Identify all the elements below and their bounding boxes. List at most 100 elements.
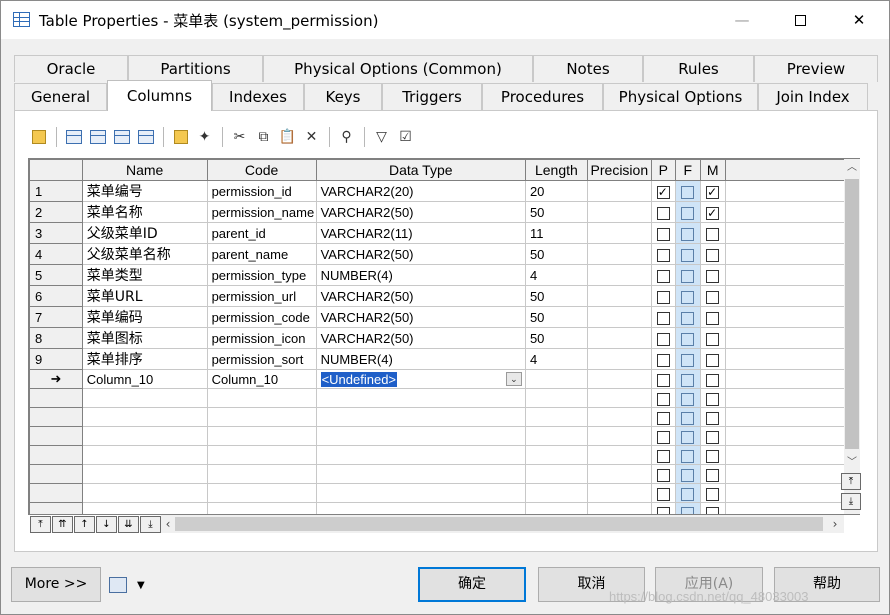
cell-length[interactable]: 50 (524, 285, 588, 307)
tab-physical-options-common[interactable]: Physical Options (Common) (263, 55, 533, 82)
cell-precision[interactable] (586, 369, 652, 389)
foreign-checkbox[interactable] (681, 373, 695, 387)
empty-cell[interactable] (524, 426, 588, 446)
cell-length[interactable]: 50 (524, 306, 588, 328)
row-number[interactable]: 7 (29, 306, 83, 328)
maximize-icon[interactable] (771, 1, 829, 39)
tab-preview[interactable]: Preview (754, 55, 878, 82)
row-number[interactable]: 2 (29, 201, 83, 223)
foreign-checkbox[interactable] (681, 206, 695, 220)
primary-checkbox[interactable] (656, 248, 670, 262)
cell-data-type[interactable]: <Undefined> ⌄ (315, 369, 526, 389)
foreign-checkbox[interactable] (681, 468, 695, 482)
row-number[interactable] (29, 464, 83, 484)
foreign-checkbox[interactable] (681, 449, 695, 463)
vertical-scroll-thumb[interactable] (845, 179, 859, 449)
cell-name[interactable]: 菜单编号 (81, 180, 208, 202)
table-row[interactable]: 9 菜单排序 permission_sort NUMBER(4) 4 (29, 348, 859, 370)
row-number[interactable] (29, 445, 83, 465)
empty-cell[interactable] (315, 426, 526, 446)
empty-cell[interactable] (586, 445, 652, 465)
row-number[interactable]: 3 (29, 222, 83, 244)
empty-row[interactable] (29, 483, 859, 503)
tab-indexes[interactable]: Indexes (212, 83, 304, 110)
tab-partitions[interactable]: Partitions (128, 55, 263, 82)
cell-code[interactable]: permission_type (206, 264, 317, 286)
copy-icon[interactable]: ⧉ (252, 126, 275, 148)
empty-cell[interactable] (586, 502, 652, 514)
cell-precision[interactable] (586, 180, 652, 202)
mandatory-checkbox[interactable] (706, 373, 720, 387)
minimize-icon[interactable]: — (713, 1, 771, 39)
cell-name[interactable]: 菜单类型 (81, 264, 208, 286)
mandatory-checkbox[interactable] (706, 248, 720, 262)
row-number[interactable]: 4 (29, 243, 83, 265)
empty-cell[interactable] (524, 388, 588, 408)
empty-cell[interactable] (524, 483, 588, 503)
empty-row[interactable] (29, 445, 859, 465)
tab-triggers[interactable]: Triggers (382, 83, 482, 110)
primary-checkbox[interactable] (656, 332, 670, 346)
mandatory-checkbox[interactable] (706, 411, 720, 425)
cell-length[interactable]: 50 (524, 201, 588, 223)
cell-code[interactable]: parent_name (206, 243, 317, 265)
empty-cell[interactable] (81, 426, 208, 446)
cell-name[interactable]: 菜单编码 (81, 306, 208, 328)
cell-length[interactable] (524, 369, 588, 389)
row-number[interactable]: 9 (29, 348, 83, 370)
move-down-icon[interactable]: ↓ (96, 516, 117, 533)
empty-row[interactable] (29, 426, 859, 446)
cell-name[interactable]: 菜单名称 (81, 201, 208, 223)
cell-precision[interactable] (586, 285, 652, 307)
empty-cell[interactable] (206, 407, 317, 427)
empty-cell[interactable] (81, 445, 208, 465)
table-row[interactable]: 6 菜单URL permission_url VARCHAR2(50) 50 (29, 285, 859, 307)
empty-row[interactable] (29, 388, 859, 408)
cell-data-type[interactable]: NUMBER(4) (315, 264, 526, 286)
primary-checkbox[interactable] (656, 411, 670, 425)
filter-icon[interactable]: ▽ (370, 126, 393, 148)
table-row[interactable]: 7 菜单编码 permission_code VARCHAR2(50) 50 (29, 306, 859, 328)
table-row[interactable]: 2 菜单名称 permission_name VARCHAR2(50) 50 (29, 201, 859, 223)
header-name[interactable]: Name (81, 159, 208, 181)
cell-code[interactable]: permission_code (206, 306, 317, 328)
table-row[interactable]: 3 父级菜单ID parent_id VARCHAR2(11) 11 (29, 222, 859, 244)
mandatory-checkbox[interactable] (706, 449, 720, 463)
properties-icon[interactable] (27, 126, 50, 148)
empty-cell[interactable] (315, 407, 526, 427)
empty-cell[interactable] (586, 388, 652, 408)
cell-code[interactable]: parent_id (206, 222, 317, 244)
empty-cell[interactable] (206, 464, 317, 484)
foreign-checkbox[interactable] (681, 392, 695, 406)
mandatory-checkbox[interactable] (706, 468, 720, 482)
foreign-checkbox[interactable] (681, 269, 695, 283)
empty-cell[interactable] (524, 445, 588, 465)
primary-checkbox[interactable] (656, 269, 670, 283)
create-domain-icon[interactable] (169, 126, 192, 148)
move-up-icon[interactable]: ↑ (74, 516, 95, 533)
tab-columns[interactable]: Columns (107, 80, 212, 111)
cell-data-type[interactable]: VARCHAR2(50) (315, 285, 526, 307)
add-columns-icon[interactable] (110, 126, 133, 148)
tab-join-index[interactable]: Join Index (758, 83, 868, 110)
row-number[interactable]: 5 (29, 264, 83, 286)
header-mandatory[interactable]: M (699, 159, 726, 181)
more-button[interactable]: More >> (11, 567, 101, 602)
primary-checkbox[interactable] (656, 184, 670, 200)
dropdown-icon[interactable]: ⌄ (505, 372, 522, 386)
mandatory-checkbox[interactable] (706, 430, 720, 444)
move-page-up-icon[interactable]: ⇈ (52, 516, 73, 533)
row-number[interactable] (29, 502, 83, 514)
empty-row[interactable] (29, 502, 859, 514)
cell-length[interactable]: 4 (524, 348, 588, 370)
empty-row[interactable] (29, 464, 859, 484)
title-bar[interactable]: Table Properties - 菜单表 (system_permissio… (1, 1, 889, 39)
tab-general[interactable]: General (14, 83, 107, 110)
empty-cell[interactable] (206, 445, 317, 465)
foreign-checkbox[interactable] (681, 411, 695, 425)
primary-checkbox[interactable] (656, 506, 670, 514)
empty-cell[interactable] (315, 502, 526, 514)
empty-row[interactable] (29, 407, 859, 427)
empty-cell[interactable] (315, 388, 526, 408)
primary-checkbox[interactable] (656, 227, 670, 241)
